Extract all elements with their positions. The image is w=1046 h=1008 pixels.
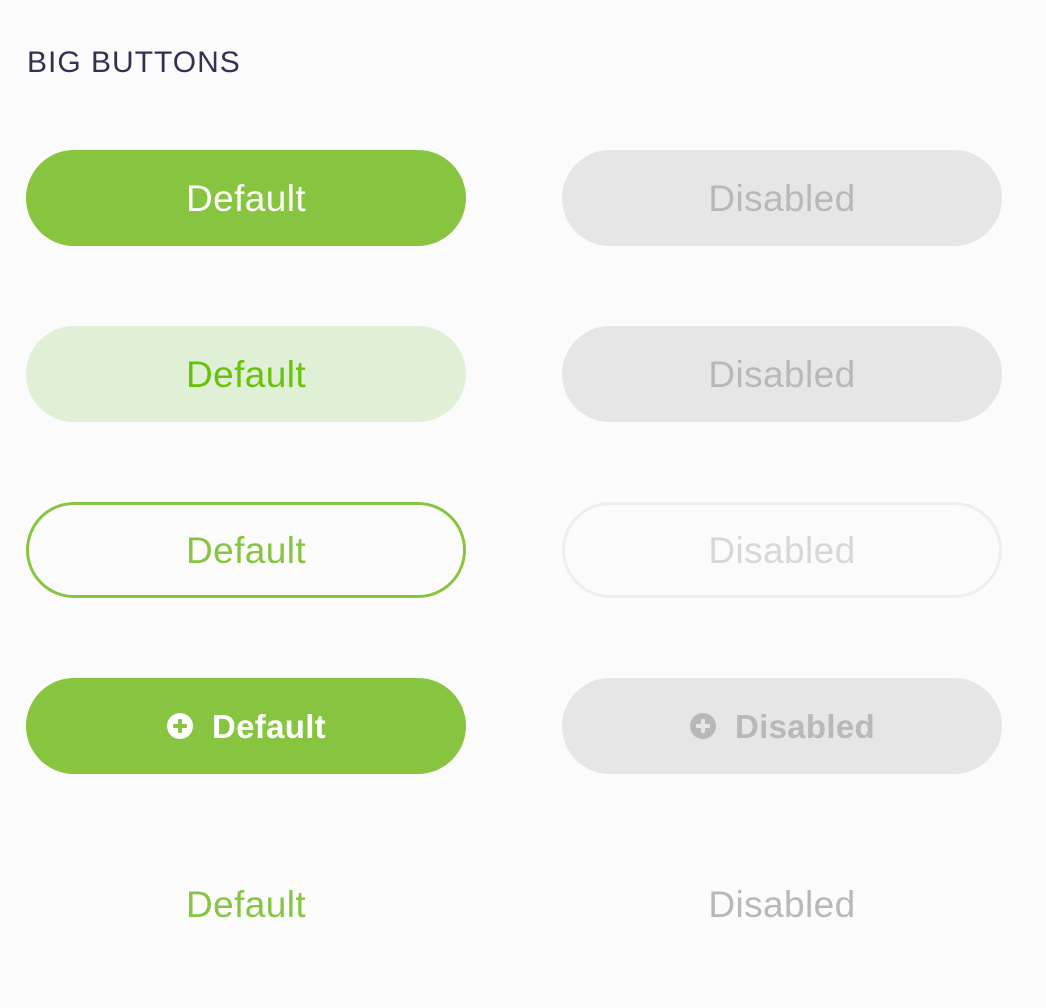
icon-default-button-label: Default (212, 707, 326, 745)
primary-default-button[interactable]: Default (26, 150, 466, 246)
soft-default-button-label: Default (185, 353, 307, 395)
plus-circle-icon (167, 713, 194, 739)
soft-disabled-button-label: Disabled (708, 353, 856, 395)
text-disabled-button[interactable]: Disabled (562, 856, 1002, 952)
outline-default-button-label: Default (185, 529, 307, 571)
primary-disabled-button[interactable]: Disabled (562, 150, 1002, 246)
outline-disabled-button[interactable]: Disabled (562, 502, 1002, 598)
soft-default-button[interactable]: Default (26, 326, 466, 422)
icon-disabled-button-label: Disabled (735, 707, 875, 745)
text-disabled-button-label: Disabled (708, 883, 856, 925)
primary-disabled-button-label: Disabled (708, 177, 856, 219)
outline-disabled-button-label: Disabled (708, 529, 856, 571)
icon-disabled-button[interactable]: Disabled (562, 678, 1002, 774)
text-default-button-label: Default (185, 883, 307, 925)
plus-circle-icon (690, 713, 717, 739)
text-default-button[interactable]: Default (26, 856, 466, 952)
big-buttons-showcase: BIG BUTTONS Default Disabled Default Dis… (0, 0, 1046, 1008)
primary-default-button-label: Default (185, 177, 307, 219)
section-title: BIG BUTTONS (27, 46, 241, 79)
soft-disabled-button[interactable]: Disabled (562, 326, 1002, 422)
outline-default-button[interactable]: Default (26, 502, 466, 598)
icon-default-button[interactable]: Default (26, 678, 466, 774)
